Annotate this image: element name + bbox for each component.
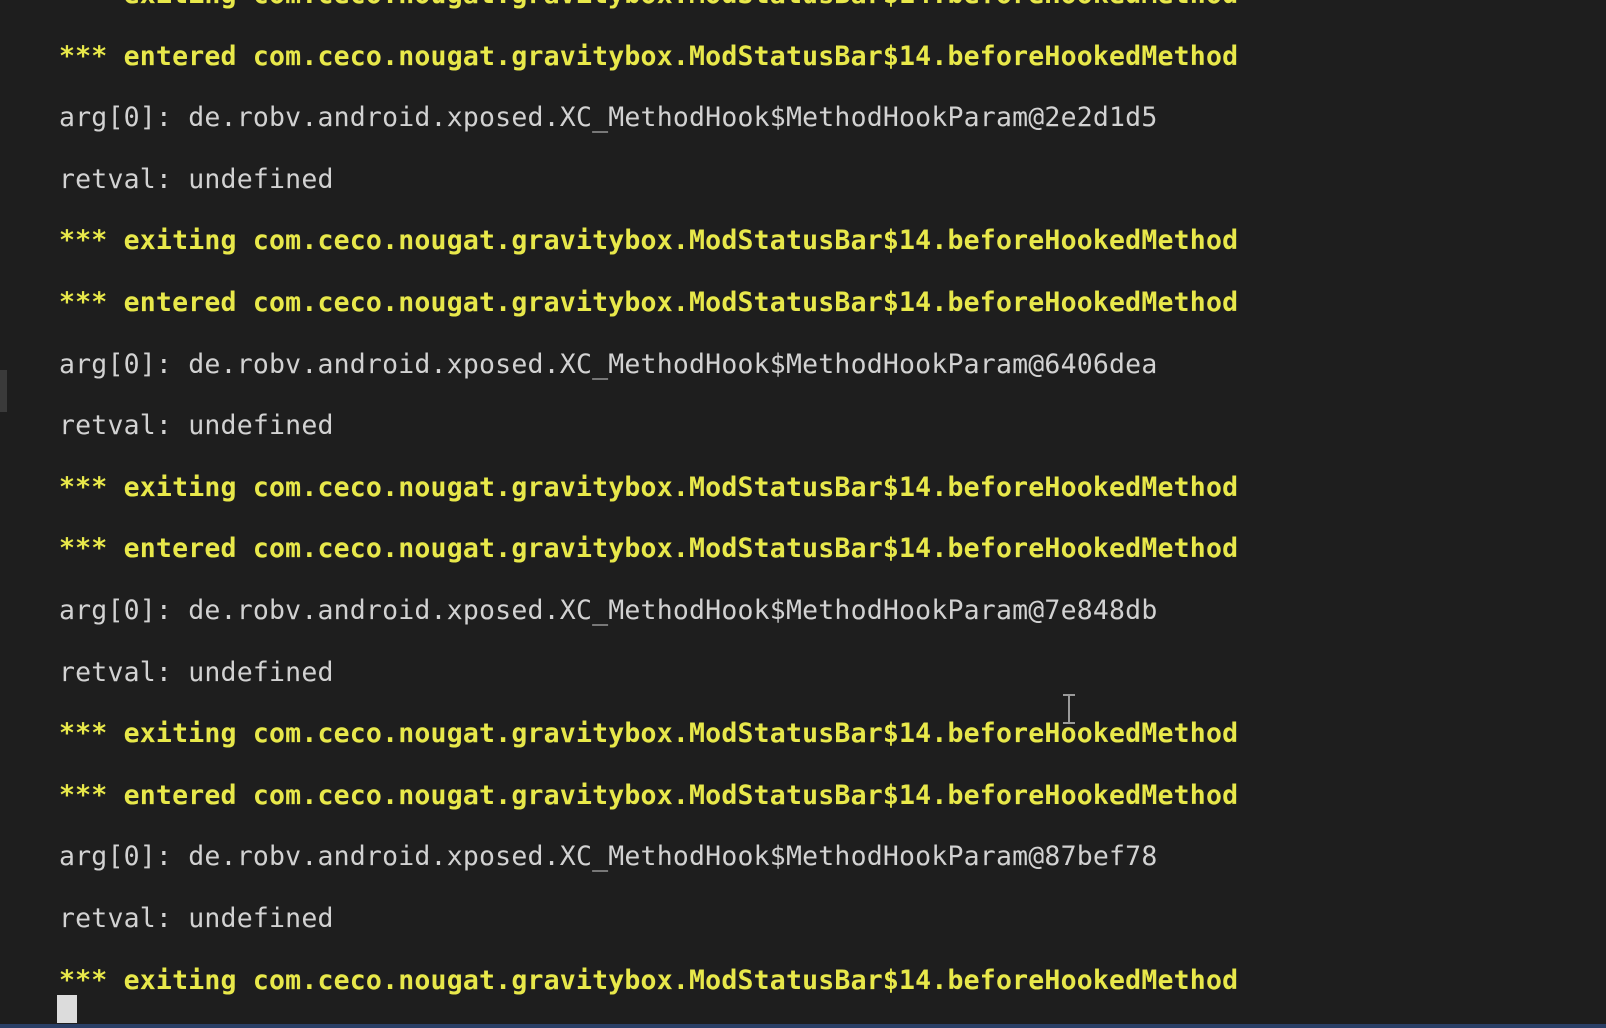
text-ibeam-icon [1062,694,1076,724]
log-line-detail: arg[0]: de.robv.android.xposed.XC_Method… [59,841,1158,873]
log-line-hook-event: *** entered com.ceco.nougat.gravitybox.M… [59,286,1239,318]
window-bottom-edge [0,1024,1606,1028]
log-line-hook-event: *** exiting com.ceco.nougat.gravitybox.M… [59,0,1238,26]
log-line-hook-event: *** exiting com.ceco.nougat.gravitybox.M… [59,471,1239,503]
log-line-detail: retval: undefined [59,410,334,442]
log-line-hook-event: *** exiting com.ceco.nougat.gravitybox.M… [59,225,1239,257]
text-cursor [57,995,77,1023]
log-line-hook-event: *** entered com.ceco.nougat.gravitybox.M… [59,533,1239,565]
terminal-window[interactable]: *** exiting com.ceco.nougat.gravitybox.M… [0,0,1606,1028]
terminal-output[interactable]: *** exiting com.ceco.nougat.gravitybox.M… [59,0,1238,1011]
log-line-detail: arg[0]: de.robv.android.xposed.XC_Method… [59,594,1158,626]
log-line-hook-event: *** entered com.ceco.nougat.gravitybox.M… [59,779,1239,811]
log-line-detail: retval: undefined [59,902,334,934]
scrollbar-handle[interactable] [0,370,7,412]
log-line-detail: arg[0]: de.robv.android.xposed.XC_Method… [59,102,1158,134]
log-line-detail: arg[0]: de.robv.android.xposed.XC_Method… [59,348,1158,380]
log-line-hook-event: *** entered com.ceco.nougat.gravitybox.M… [59,40,1239,72]
log-line-detail: retval: undefined [59,163,334,195]
log-line-hook-event: *** exiting com.ceco.nougat.gravitybox.M… [59,964,1239,996]
